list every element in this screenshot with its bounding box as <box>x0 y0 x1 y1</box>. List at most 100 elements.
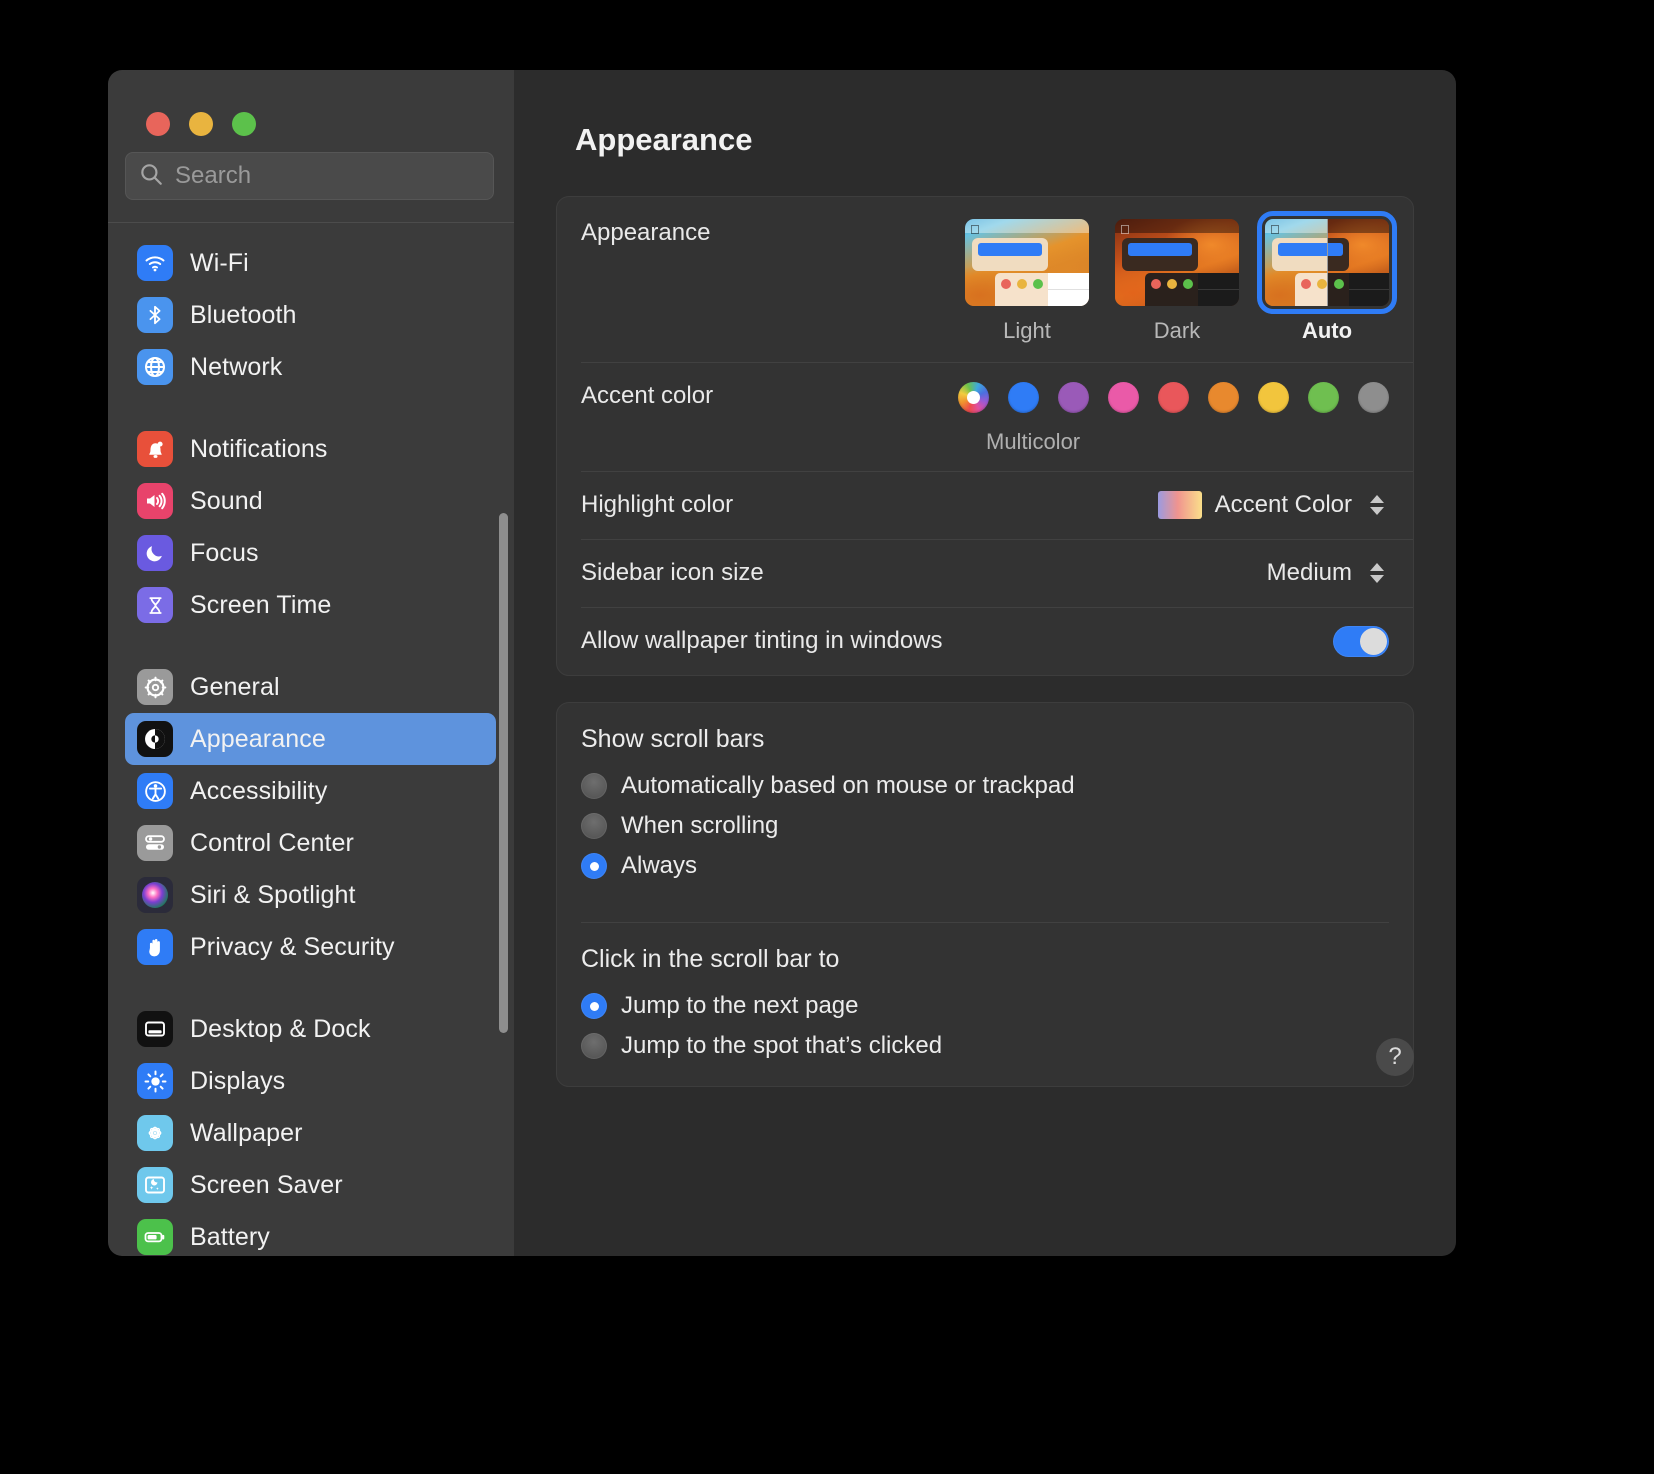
toggle-knob <box>1360 627 1387 655</box>
click-scroll-bar-group: Click in the scroll bar to Jump to the n… <box>557 923 1413 1086</box>
accent-swatch-green[interactable] <box>1308 382 1339 413</box>
sidebar-item-screen-saver[interactable]: Screen Saver <box>125 1159 496 1211</box>
show-scroll-bars-group: Show scroll bars Automatically based on … <box>557 703 1413 906</box>
appearance-thumbnail-auto:  <box>1257 211 1397 314</box>
sidebar-item-screen-time[interactable]: Screen Time <box>125 579 496 631</box>
chevron-up-icon <box>1370 495 1384 503</box>
sidebar-item-accessibility[interactable]: Accessibility <box>125 765 496 817</box>
show-scroll-bars-option[interactable]: Automatically based on mouse or trackpad <box>581 766 1389 806</box>
scroll-bars-card: Show scroll bars Automatically based on … <box>556 702 1414 1087</box>
sidebar-item-battery[interactable]: Battery <box>125 1211 496 1256</box>
siri-icon <box>137 877 173 913</box>
accent-swatch-graphite[interactable] <box>1358 382 1389 413</box>
traffic-dots-preview <box>1151 279 1193 289</box>
sidebar-item-wi-fi[interactable]: Wi-Fi <box>125 237 496 289</box>
wallpaper-tinting-toggle[interactable] <box>1333 625 1389 657</box>
wifi-icon <box>137 245 173 281</box>
sidebar-item-label: Focus <box>190 538 259 567</box>
apple-logo-icon:  <box>970 223 981 236</box>
traffic-dots-preview <box>1328 279 1344 289</box>
sidebar-item-control-center[interactable]: Control Center <box>125 817 496 869</box>
wallpaper-icon <box>137 1115 173 1151</box>
sidebar-item-label: Accessibility <box>190 776 328 805</box>
sidebar-item-notifications[interactable]: Notifications <box>125 423 496 475</box>
sidebar-item-label: Wi-Fi <box>190 248 249 277</box>
radio-label: Automatically based on mouse or trackpad <box>621 772 1075 799</box>
search-input[interactable] <box>175 162 481 190</box>
click-scroll-bar-option[interactable]: Jump to the spot that’s clicked <box>581 1026 1389 1066</box>
maximize-button[interactable] <box>232 112 256 136</box>
control-center-icon <box>137 825 173 861</box>
show-scroll-bars-options: Automatically based on mouse or trackpad… <box>581 766 1389 886</box>
sidebar-item-focus[interactable]: Focus <box>125 527 496 579</box>
system-settings-window: Wi-Fi Bluetooth Network Notifications Sound F… <box>108 70 1456 1256</box>
radio-label: Jump to the next page <box>621 992 859 1019</box>
click-scroll-bar-option[interactable]: Jump to the next page <box>581 986 1389 1026</box>
sidebar-item-privacy-security[interactable]: Privacy & Security <box>125 921 496 973</box>
appearance-option-auto[interactable]: Auto <box>1257 211 1397 344</box>
bell-icon <box>137 431 173 467</box>
sidebar-item-label: Network <box>190 352 283 381</box>
sidebar-item-label: Desktop & Dock <box>190 1014 371 1043</box>
apple-logo-icon:  <box>1120 223 1131 236</box>
sidebar-item-sound[interactable]: Sound <box>125 475 496 527</box>
panel-right-preview <box>1048 273 1089 306</box>
traffic-dots-preview <box>1301 279 1327 289</box>
search-container <box>108 152 514 200</box>
sidebar-scrollbar[interactable] <box>499 513 508 1033</box>
sidebar-icon-size-popup-button[interactable] <box>1365 555 1389 591</box>
window-preview <box>1272 238 1327 271</box>
accent-row-label: Accent color <box>581 382 714 409</box>
show-scroll-bars-option[interactable]: Always <box>581 846 1389 886</box>
highlight-color-popup-button[interactable] <box>1365 487 1389 523</box>
radio-button[interactable] <box>581 813 607 839</box>
sidebar-icon-size-row: Sidebar icon size Medium <box>557 539 1413 607</box>
sidebar-item-label: General <box>190 672 280 701</box>
search-box[interactable] <box>125 152 494 200</box>
search-icon <box>138 161 164 192</box>
appearance-thumbnail-light:  <box>965 219 1089 306</box>
accent-swatch-pink[interactable] <box>1108 382 1139 413</box>
panel-right-preview <box>1198 273 1239 306</box>
sidebar-item-siri-spotlight[interactable]: Siri & Spotlight <box>125 869 496 921</box>
sidebar-item-label: Wallpaper <box>190 1118 303 1147</box>
panel-preview <box>1295 273 1327 306</box>
sidebar-item-appearance[interactable]: Appearance <box>125 713 496 765</box>
accent-swatch-multicolor[interactable] <box>958 382 989 413</box>
show-scroll-bars-option[interactable]: When scrolling <box>581 806 1389 846</box>
accent-swatch-purple[interactable] <box>1058 382 1089 413</box>
highlight-color-chip <box>1157 491 1202 519</box>
accent-swatch-yellow[interactable] <box>1258 382 1289 413</box>
wallpaper-tinting-label: Allow wallpaper tinting in windows <box>581 627 943 654</box>
accent-swatch-blue[interactable] <box>1008 382 1039 413</box>
sidebar-item-bluetooth[interactable]: Bluetooth <box>125 289 496 341</box>
accent-swatch-orange[interactable] <box>1208 382 1239 413</box>
appearance-option-light[interactable]:  Light <box>965 219 1089 344</box>
radio-button[interactable] <box>581 1033 607 1059</box>
sidebar-item-label: Bluetooth <box>190 300 297 329</box>
sidebar-item-desktop-dock[interactable]: Desktop & Dock <box>125 1003 496 1055</box>
sidebar-item-displays[interactable]: Displays <box>125 1055 496 1107</box>
radio-label: Jump to the spot that’s clicked <box>621 1032 943 1059</box>
menubar-preview <box>1115 219 1239 233</box>
minimize-button[interactable] <box>189 112 213 136</box>
radio-button[interactable] <box>581 853 607 879</box>
radio-button[interactable] <box>581 773 607 799</box>
sidebar-item-general[interactable]: General <box>125 661 496 713</box>
settings-content: Appearance Appearance LightDarkAuto … <box>514 70 1456 1256</box>
close-button[interactable] <box>146 112 170 136</box>
radio-button[interactable] <box>581 993 607 1019</box>
appearance-option-label: Light <box>1003 318 1051 343</box>
appearance-option-dark[interactable]:  Dark <box>1115 219 1239 344</box>
help-button[interactable]: ? <box>1376 1038 1414 1076</box>
chevron-up-icon <box>1370 563 1384 571</box>
auto-split-preview:  <box>1265 219 1389 306</box>
sidebar-item-label: Notifications <box>190 434 328 463</box>
sidebar-item-label: Battery <box>190 1222 270 1251</box>
appearance-thumbnail-dark:  <box>1115 219 1239 306</box>
sidebar-item-network[interactable]: Network <box>125 341 496 393</box>
sidebar-list[interactable]: Wi-Fi Bluetooth Network Notifications Sound F… <box>108 223 514 1256</box>
sidebar-item-wallpaper[interactable]: Wallpaper <box>125 1107 496 1159</box>
battery-icon <box>137 1219 173 1255</box>
accent-swatch-red[interactable] <box>1158 382 1189 413</box>
